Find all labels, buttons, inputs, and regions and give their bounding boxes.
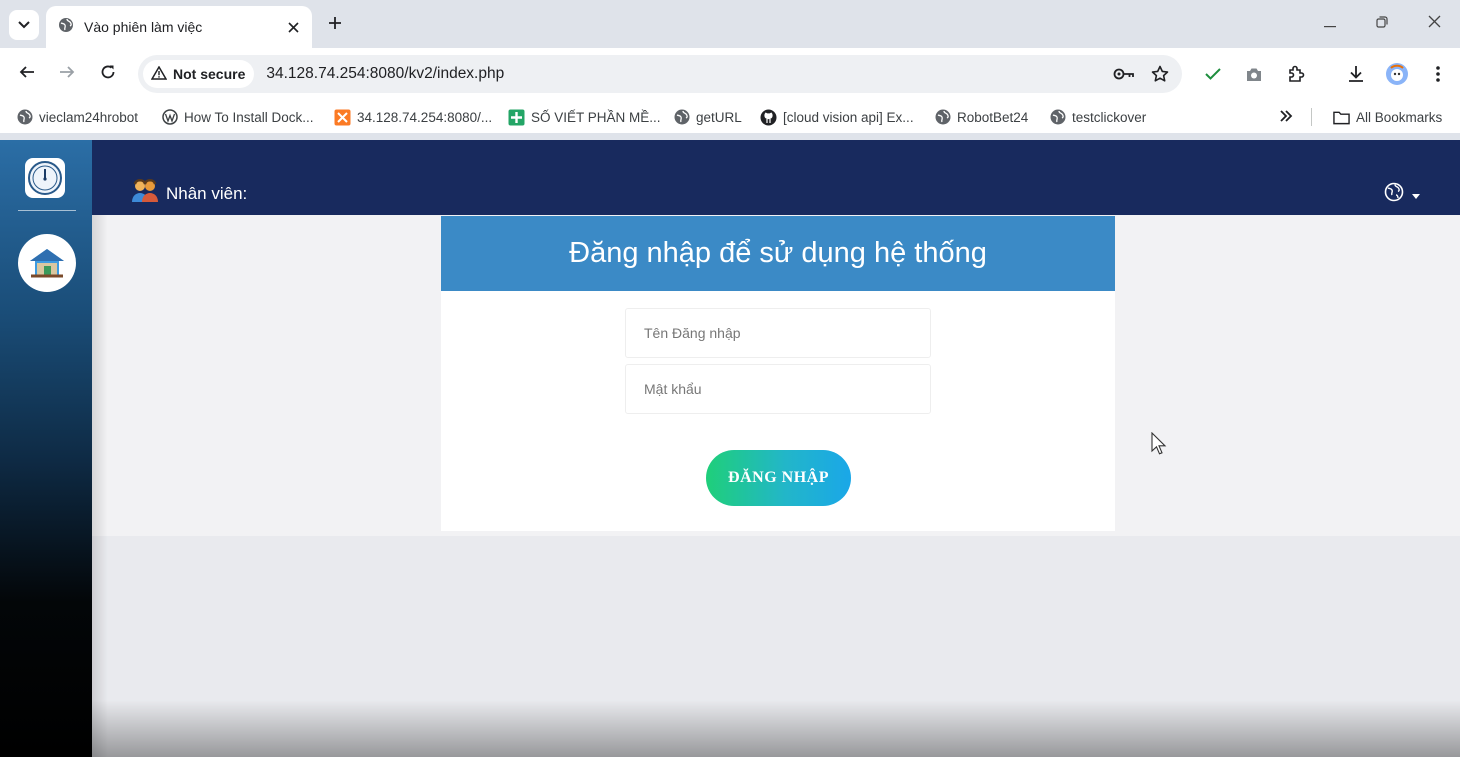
new-tab-button[interactable] xyxy=(322,12,348,38)
restore-icon xyxy=(1376,15,1388,33)
double-chevron-right-icon xyxy=(1279,109,1293,125)
xampp-icon xyxy=(334,109,351,126)
forward-button[interactable] xyxy=(54,61,80,87)
globe-icon xyxy=(1384,182,1404,207)
menu-dots-icon[interactable] xyxy=(1425,61,1451,87)
top-navbar: Nhân viên: xyxy=(92,140,1460,215)
restore-button[interactable] xyxy=(1356,0,1408,48)
more-bookmarks-button[interactable] xyxy=(1279,106,1293,128)
bookmark-item[interactable]: [cloud vision api] Ex... xyxy=(760,106,914,128)
extensions-puzzle-icon[interactable] xyxy=(1283,61,1309,87)
bookmark-item[interactable]: getURL xyxy=(673,106,742,128)
bookmarks-bar: vieclam24hrobot How To Install Dock... 3… xyxy=(0,100,1460,133)
bookmark-item[interactable]: vieclam24hrobot xyxy=(16,106,138,128)
caret-down-icon xyxy=(1412,186,1420,204)
globe-icon xyxy=(58,17,74,38)
staff-users-icon xyxy=(130,178,160,209)
warning-icon xyxy=(150,65,168,83)
minimize-icon xyxy=(1324,15,1336,33)
bookmark-label: [cloud vision api] Ex... xyxy=(783,109,914,125)
back-button[interactable] xyxy=(14,61,40,87)
bookmark-label: How To Install Dock... xyxy=(184,109,314,125)
github-icon xyxy=(760,109,777,126)
sheets-icon xyxy=(508,109,525,126)
camera-icon[interactable] xyxy=(1241,61,1267,87)
content-left-shadow xyxy=(92,215,108,757)
globe-icon xyxy=(934,109,951,126)
checkmark-extension-icon[interactable] xyxy=(1200,61,1226,87)
security-label: Not secure xyxy=(173,66,246,82)
folder-icon xyxy=(1333,109,1350,126)
content-bottom-shadow xyxy=(92,700,1460,757)
bookmark-label: RobotBet24 xyxy=(957,109,1029,125)
browser-tab[interactable]: Vào phiên làm việc xyxy=(46,6,312,48)
arrow-left-icon xyxy=(19,64,35,85)
tab-strip: Vào phiên làm việc xyxy=(0,0,1460,48)
arrow-right-icon xyxy=(59,64,75,85)
bookmark-label: SỐ VIẾT PHẦN MỀ... xyxy=(531,109,661,125)
bookmark-label: vieclam24hrobot xyxy=(39,109,139,125)
sidebar xyxy=(0,140,92,757)
staff-info: Nhân viên: xyxy=(130,178,247,209)
globe-icon xyxy=(16,109,33,126)
password-input[interactable] xyxy=(625,364,931,414)
login-title: Đăng nhập để sử dụng hệ thống xyxy=(569,237,987,269)
bookmark-label: testclickover xyxy=(1072,109,1147,125)
wordpress-icon xyxy=(161,109,178,126)
browser-toolbar: Not secure 34.128.74.254:8080/kv2/index.… xyxy=(0,48,1460,100)
chevron-down-icon xyxy=(18,16,30,34)
reload-icon xyxy=(100,64,116,85)
address-bar[interactable]: Not secure 34.128.74.254:8080/kv2/index.… xyxy=(138,55,1182,93)
language-selector[interactable] xyxy=(1384,182,1420,207)
tab-title: Vào phiên làm việc xyxy=(84,19,203,35)
login-form: Đăng nhập để sử dụng hệ thống ĐĂNG NHẬP xyxy=(441,216,1115,531)
all-bookmarks-button[interactable]: All Bookmarks xyxy=(1333,106,1442,128)
login-button[interactable]: ĐĂNG NHẬP xyxy=(706,450,851,506)
reload-button[interactable] xyxy=(95,61,121,87)
bookmark-item[interactable]: How To Install Dock... xyxy=(161,106,314,128)
bookmark-item[interactable]: RobotBet24 xyxy=(934,106,1028,128)
bookmark-item[interactable]: testclickover xyxy=(1049,106,1146,128)
bookmark-item[interactable]: 34.128.74.254:8080/... xyxy=(334,106,492,128)
web-page: Nhân viên: Đăng nhập để sử dụng hệ thống… xyxy=(0,140,1460,757)
bookmark-item[interactable]: SỐ VIẾT PHẦN MỀ... xyxy=(508,106,661,128)
window-controls xyxy=(1304,0,1460,48)
tab-search-button[interactable] xyxy=(9,10,39,40)
password-key-icon[interactable] xyxy=(1110,60,1138,88)
mouse-cursor-icon xyxy=(1151,431,1167,461)
staff-label: Nhân viên: xyxy=(166,183,248,203)
login-header: Đăng nhập để sử dụng hệ thống xyxy=(441,216,1115,291)
url-text[interactable]: 34.128.74.254:8080/kv2/index.php xyxy=(266,65,1110,83)
close-window-button[interactable] xyxy=(1408,0,1460,48)
close-icon xyxy=(1428,15,1441,33)
plus-icon xyxy=(328,16,342,35)
username-input[interactable] xyxy=(625,308,931,358)
globe-icon xyxy=(673,109,690,126)
close-tab-icon[interactable] xyxy=(282,16,304,38)
bookmark-star-icon[interactable] xyxy=(1146,60,1174,88)
all-bookmarks-label: All Bookmarks xyxy=(1356,109,1443,125)
security-chip[interactable]: Not secure xyxy=(143,60,255,88)
profile-avatar-icon[interactable] xyxy=(1384,61,1410,87)
minimize-button[interactable] xyxy=(1304,0,1356,48)
bookmarks-divider xyxy=(1311,108,1312,126)
bookmark-label: getURL xyxy=(696,109,742,125)
download-icon[interactable] xyxy=(1343,61,1369,87)
home-icon[interactable] xyxy=(18,234,76,292)
sidebar-divider xyxy=(18,210,76,211)
clock-logo-icon[interactable] xyxy=(25,158,65,198)
globe-icon xyxy=(1049,109,1066,126)
bookmark-label: 34.128.74.254:8080/... xyxy=(357,109,493,125)
